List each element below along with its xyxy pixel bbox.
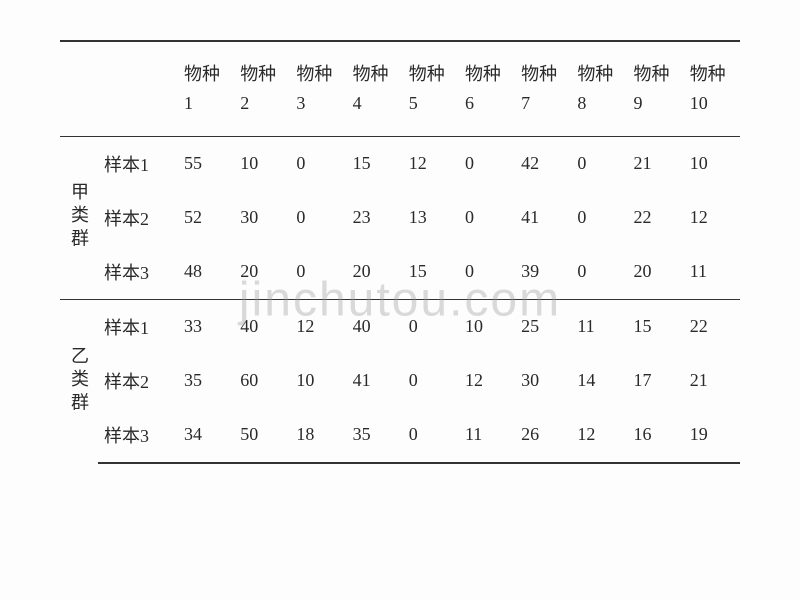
cell: 0 xyxy=(459,136,515,191)
cell: 20 xyxy=(234,245,290,300)
cell: 23 xyxy=(347,191,403,245)
cell: 15 xyxy=(403,245,459,300)
table-row: 样本3 34 50 18 35 0 11 26 12 16 19 xyxy=(60,408,740,463)
cell: 21 xyxy=(628,136,684,191)
cell: 55 xyxy=(178,136,234,191)
cell: 0 xyxy=(403,299,459,354)
col-species-4: 物种4 xyxy=(347,41,403,136)
cell: 15 xyxy=(347,136,403,191)
cell: 35 xyxy=(347,408,403,463)
cell: 33 xyxy=(178,299,234,354)
cell: 12 xyxy=(290,299,346,354)
cell: 41 xyxy=(347,354,403,408)
col-species-7: 物种7 xyxy=(515,41,571,136)
sample-label: 样本3 xyxy=(98,408,178,463)
cell: 0 xyxy=(403,354,459,408)
cell: 10 xyxy=(459,299,515,354)
sample-label: 样本1 xyxy=(98,299,178,354)
cell: 11 xyxy=(571,299,627,354)
cell: 35 xyxy=(178,354,234,408)
cell: 0 xyxy=(571,136,627,191)
group-a-body: 甲类群 样本1 55 10 0 15 12 0 42 0 21 10 样本2 5… xyxy=(60,136,740,299)
cell: 15 xyxy=(628,299,684,354)
cell: 60 xyxy=(234,354,290,408)
sample-label: 样本2 xyxy=(98,191,178,245)
cell: 0 xyxy=(571,245,627,300)
cell: 20 xyxy=(628,245,684,300)
col-species-8: 物种8 xyxy=(571,41,627,136)
cell: 14 xyxy=(571,354,627,408)
cell: 12 xyxy=(459,354,515,408)
cell: 19 xyxy=(684,408,740,463)
cell: 13 xyxy=(403,191,459,245)
cell: 26 xyxy=(515,408,571,463)
sample-label: 样本3 xyxy=(98,245,178,300)
cell: 0 xyxy=(290,245,346,300)
cell: 50 xyxy=(234,408,290,463)
col-species-2: 物种2 xyxy=(234,41,290,136)
group-b-label: 乙类群 xyxy=(60,299,98,463)
cell: 25 xyxy=(515,299,571,354)
cell: 30 xyxy=(515,354,571,408)
cell: 0 xyxy=(403,408,459,463)
cell: 0 xyxy=(459,191,515,245)
col-species-5: 物种5 xyxy=(403,41,459,136)
table-row: 样本3 48 20 0 20 15 0 39 0 20 11 xyxy=(60,245,740,300)
cell: 16 xyxy=(628,408,684,463)
cell: 22 xyxy=(684,299,740,354)
header-blank-group xyxy=(60,41,98,136)
cell: 34 xyxy=(178,408,234,463)
table-row: 甲类群 样本1 55 10 0 15 12 0 42 0 21 10 xyxy=(60,136,740,191)
cell: 12 xyxy=(571,408,627,463)
cell: 21 xyxy=(684,354,740,408)
cell: 39 xyxy=(515,245,571,300)
cell: 10 xyxy=(290,354,346,408)
col-species-1: 物种1 xyxy=(178,41,234,136)
table-row: 乙类群 样本1 33 40 12 40 0 10 25 11 15 22 xyxy=(60,299,740,354)
cell: 0 xyxy=(290,191,346,245)
cell: 0 xyxy=(459,245,515,300)
col-species-6: 物种6 xyxy=(459,41,515,136)
cell: 11 xyxy=(684,245,740,300)
cell: 11 xyxy=(459,408,515,463)
cell: 10 xyxy=(234,136,290,191)
col-species-10: 物种10 xyxy=(684,41,740,136)
sample-label: 样本1 xyxy=(98,136,178,191)
cell: 52 xyxy=(178,191,234,245)
table-header-row: 物种1 物种2 物种3 物种4 物种5 物种6 物种7 物种8 物种9 物种10 xyxy=(60,41,740,136)
cell: 42 xyxy=(515,136,571,191)
cell: 40 xyxy=(347,299,403,354)
cell: 0 xyxy=(571,191,627,245)
header-blank-sample xyxy=(98,41,178,136)
cell: 10 xyxy=(684,136,740,191)
sample-label: 样本2 xyxy=(98,354,178,408)
table-row: 样本2 35 60 10 41 0 12 30 14 17 21 xyxy=(60,354,740,408)
cell: 17 xyxy=(628,354,684,408)
cell: 41 xyxy=(515,191,571,245)
cell: 22 xyxy=(628,191,684,245)
cell: 12 xyxy=(684,191,740,245)
cell: 48 xyxy=(178,245,234,300)
cell: 0 xyxy=(290,136,346,191)
cell: 30 xyxy=(234,191,290,245)
group-a-label: 甲类群 xyxy=(60,136,98,299)
col-species-9: 物种9 xyxy=(628,41,684,136)
cell: 12 xyxy=(403,136,459,191)
cell: 18 xyxy=(290,408,346,463)
group-b-body: 乙类群 样本1 33 40 12 40 0 10 25 11 15 22 样本2… xyxy=(60,299,740,463)
species-data-table: 物种1 物种2 物种3 物种4 物种5 物种6 物种7 物种8 物种9 物种10… xyxy=(60,40,740,464)
table-row: 样本2 52 30 0 23 13 0 41 0 22 12 xyxy=(60,191,740,245)
col-species-3: 物种3 xyxy=(290,41,346,136)
cell: 20 xyxy=(347,245,403,300)
cell: 40 xyxy=(234,299,290,354)
